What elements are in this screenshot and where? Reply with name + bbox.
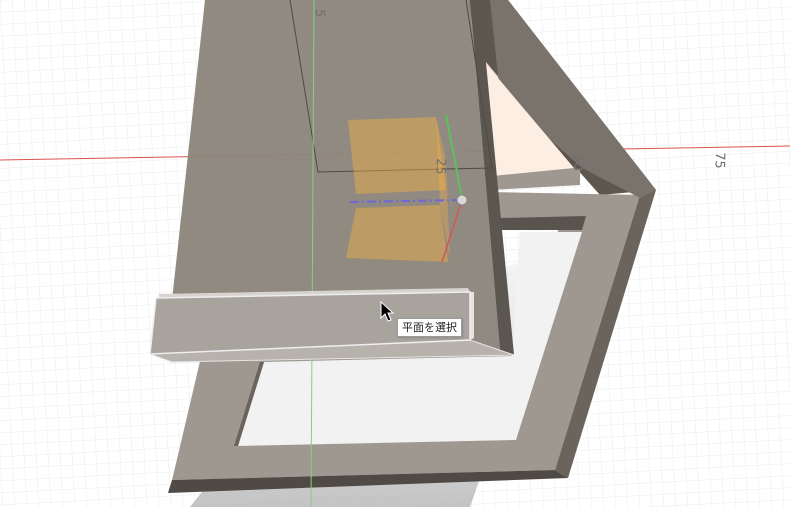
ruler-label-75: 75 [711,152,727,169]
ruler-label-25: 25 [432,158,448,175]
model-scene[interactable]: 5 25 50 75 [0,0,790,507]
ruler-label-5: 5 [312,9,327,18]
select-plane-tooltip: 平面を選択 [397,318,462,337]
sketch-plane-lower [346,205,448,262]
ruler-label-50: 50 [570,154,586,171]
frame-inner-top-edge [498,216,586,230]
plane-pivot-icon[interactable] [456,194,468,206]
sketch-plane-upper [348,117,446,194]
canvas-viewport[interactable]: 5 25 50 75 平面を選択 [0,0,790,507]
